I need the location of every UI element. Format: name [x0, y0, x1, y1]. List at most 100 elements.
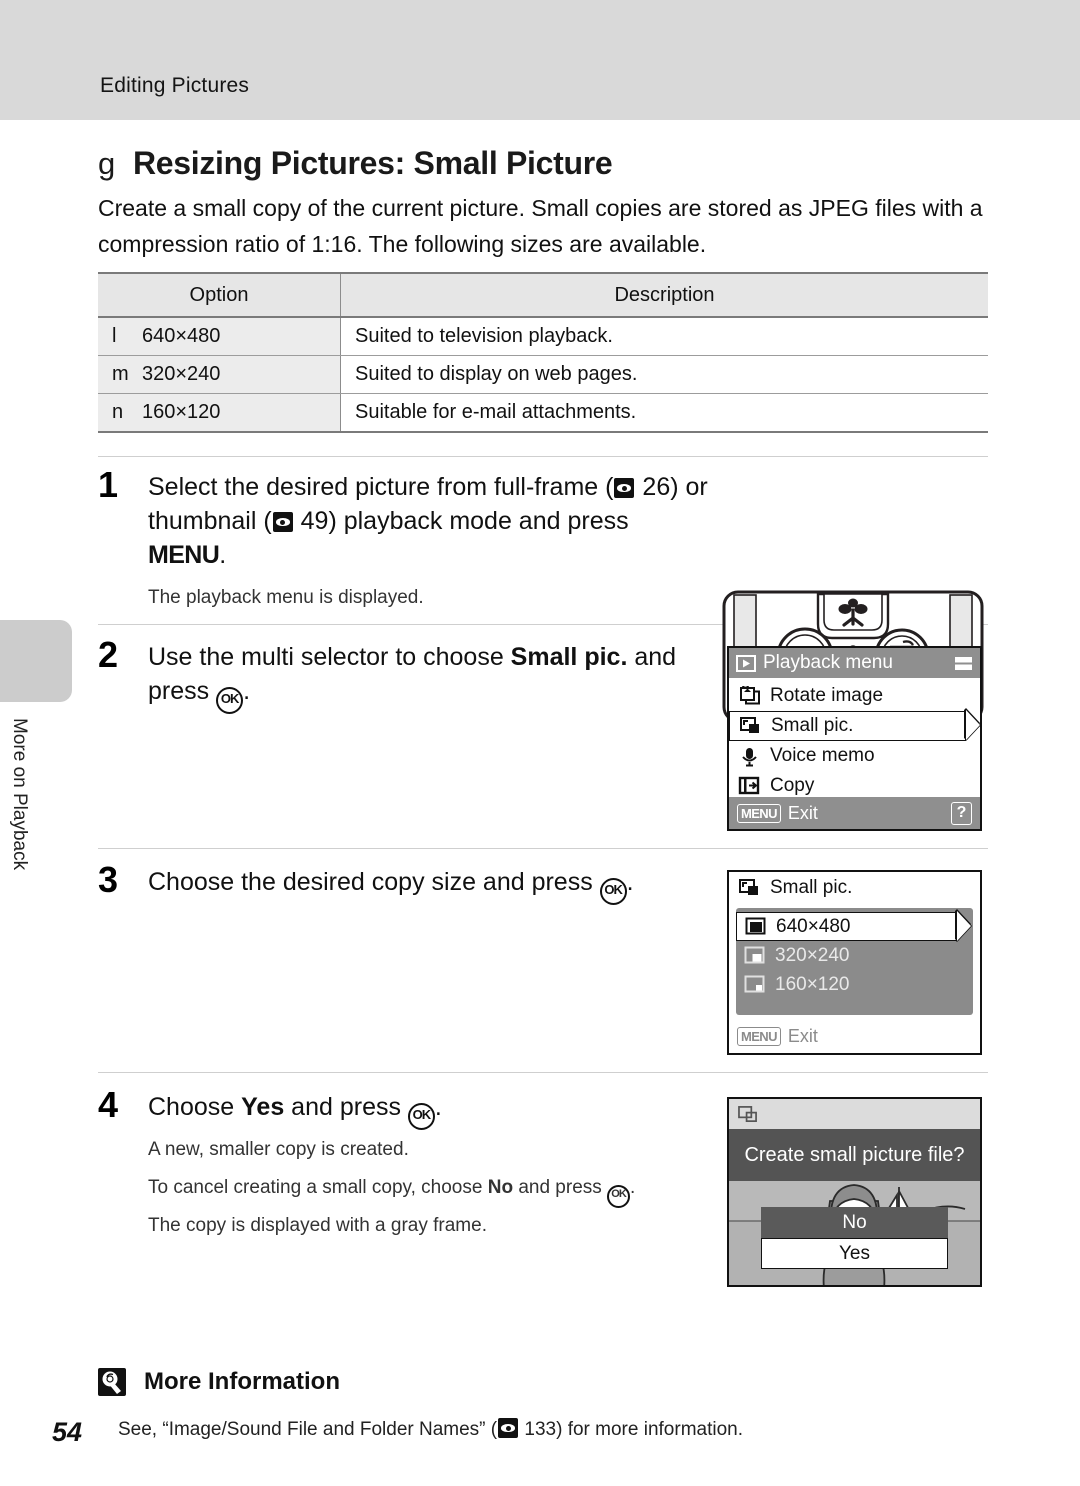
section-divider	[98, 456, 988, 457]
step-instruction: Choose Yes and press OK.	[148, 1090, 708, 1130]
confirm-question: Create small picture file?	[729, 1129, 980, 1181]
size-option-640x480[interactable]: 640×480	[736, 911, 971, 941]
more-info-text-part: See, “Image/Sound File and Folder Names”…	[118, 1419, 498, 1440]
menu-button-badge: MENU	[737, 803, 781, 823]
confirm-choices: No Yes	[761, 1207, 948, 1269]
option-size-label: 320×240	[142, 363, 221, 385]
size-large-icon	[745, 917, 766, 935]
step-text-part: .	[434, 1093, 442, 1121]
page-number: 54	[52, 1417, 83, 1447]
ok-button-icon: OK	[216, 687, 244, 714]
small-picture-icon	[740, 717, 759, 733]
lightbulb-icon	[98, 1368, 126, 1396]
table-header-row: Option Description	[98, 272, 988, 318]
page-reference-icon	[498, 1418, 519, 1438]
step-text-part: and press	[284, 1093, 408, 1121]
step-text-part: .	[219, 541, 227, 569]
option-mark-icon: m	[112, 363, 129, 385]
size-option-label: 320×240	[775, 944, 850, 966]
table-cell-option: n 160×120	[98, 393, 341, 433]
size-option-160x120[interactable]: 160×120	[736, 970, 973, 999]
selection-arrow-icon	[957, 911, 971, 941]
step-text-part: Choose the desired copy size and press	[148, 868, 600, 896]
table-cell-option: l 640×480	[98, 317, 341, 356]
step-text-part: ) playback mode and press	[328, 507, 629, 535]
step-text-part: To cancel creating a small copy, choose	[148, 1177, 488, 1198]
table-cell-description: Suited to television playback.	[340, 317, 988, 356]
step-detail: The playback menu is displayed.	[148, 587, 424, 608]
step-text-part: .	[630, 1177, 636, 1198]
page-reference-icon	[272, 512, 293, 532]
option-mark-icon: l	[112, 325, 117, 347]
step-instruction: Select the desired picture from full-fra…	[148, 470, 708, 572]
size-medium-icon	[744, 946, 765, 964]
menu-item-label: Copy	[770, 775, 815, 796]
playback-menu-bottombar: MENU Exit ?	[729, 797, 980, 829]
menu-item-rotate-image[interactable]: Rotate image	[729, 681, 980, 711]
option-size-label: 640×480	[142, 325, 221, 347]
step-text-part: Choose	[148, 1093, 242, 1121]
step-text-part: Use the multi selector to choose	[148, 643, 511, 671]
page-reference-icon	[614, 478, 635, 498]
menu-button-badge: MENU	[737, 1026, 781, 1046]
table-row: l 640×480 Suited to television playback.	[98, 317, 988, 356]
menu-lines-icon	[955, 656, 972, 670]
step-number: 1	[98, 464, 119, 505]
small-picture-icon	[738, 1105, 757, 1122]
confirm-yes-button[interactable]: Yes	[761, 1238, 948, 1269]
step-detail-line: To cancel creating a small copy, choose …	[148, 1172, 748, 1208]
playback-menu-items: Rotate image Small pic. Voice memo Copy	[729, 678, 980, 801]
help-badge-icon[interactable]: ?	[951, 801, 972, 825]
confirm-no-button[interactable]: No	[761, 1207, 948, 1238]
step-text-part: Select the desired picture from full-fra…	[148, 473, 614, 501]
size-option-320x240[interactable]: 320×240	[736, 941, 973, 970]
step-number: 2	[98, 634, 119, 675]
section-divider	[98, 848, 988, 849]
section-title-text: Resizing Pictures: Small Picture	[132, 145, 613, 181]
step-instruction: Choose the desired copy size and press O…	[148, 865, 708, 905]
selection-arrow-icon	[966, 710, 980, 740]
small-picture-title-row: Small pic.	[729, 872, 980, 904]
small-picture-options: 640×480 320×240 160×120	[736, 908, 973, 1015]
section-title: g Resizing Pictures: Small Picture	[98, 145, 613, 182]
step-text-emphasis: No	[487, 1177, 514, 1198]
section-intro: Create a small copy of the current pictu…	[98, 195, 983, 257]
menu-item-label: Voice memo	[770, 745, 875, 766]
size-option-label: 160×120	[775, 973, 850, 995]
chapter-tab-label: More on Playback	[9, 718, 30, 871]
exit-label: Exit	[787, 1025, 818, 1046]
confirm-dialog-screen: Create small picture file? No Yes	[727, 1097, 982, 1287]
chapter-tab-block	[0, 620, 72, 702]
step-text-part: and press	[513, 1177, 608, 1198]
option-size-label: 160×120	[142, 401, 221, 423]
size-option-label: 640×480	[776, 915, 851, 937]
step-detail-line: A new, smaller copy is created.	[148, 1139, 409, 1160]
menu-item-label: Rotate image	[770, 685, 884, 706]
playback-menu-title: Playback menu	[763, 652, 893, 673]
option-mark-icon: n	[112, 401, 124, 423]
step-number: 4	[98, 1084, 119, 1125]
step-detail-line: The copy is displayed with a gray frame.	[148, 1215, 487, 1236]
table-cell-description: Suitable for e-mail attachments.	[340, 393, 988, 433]
exit-label: Exit	[787, 802, 818, 823]
step-text-part: .	[243, 677, 251, 705]
rotate-image-icon	[740, 685, 760, 704]
step-text-part: .	[626, 868, 634, 896]
ok-button-icon: OK	[599, 878, 627, 905]
page-reference-number: 49	[300, 507, 329, 535]
menu-item-voice-memo[interactable]: Voice memo	[729, 741, 980, 771]
microphone-icon	[742, 747, 757, 766]
small-picture-title: Small pic.	[770, 877, 853, 898]
table-header-description: Description	[340, 272, 988, 318]
table-cell-option: m 320×240	[98, 355, 341, 394]
menu-item-small-pic[interactable]: Small pic.	[729, 710, 980, 741]
more-information-title: More Information	[144, 1368, 340, 1395]
step-number: 3	[98, 859, 119, 900]
ok-button-icon: OK	[407, 1103, 435, 1130]
more-info-text-part: ) for more information.	[556, 1419, 744, 1440]
step-instruction: Use the multi selector to choose Small p…	[148, 640, 708, 714]
small-picture-icon	[739, 879, 758, 895]
playback-menu-screen: Playback menu Rotate image Small pic. Vo…	[727, 646, 982, 831]
section-icon: g	[98, 146, 115, 181]
step-text-emphasis: Small pic.	[510, 643, 628, 671]
